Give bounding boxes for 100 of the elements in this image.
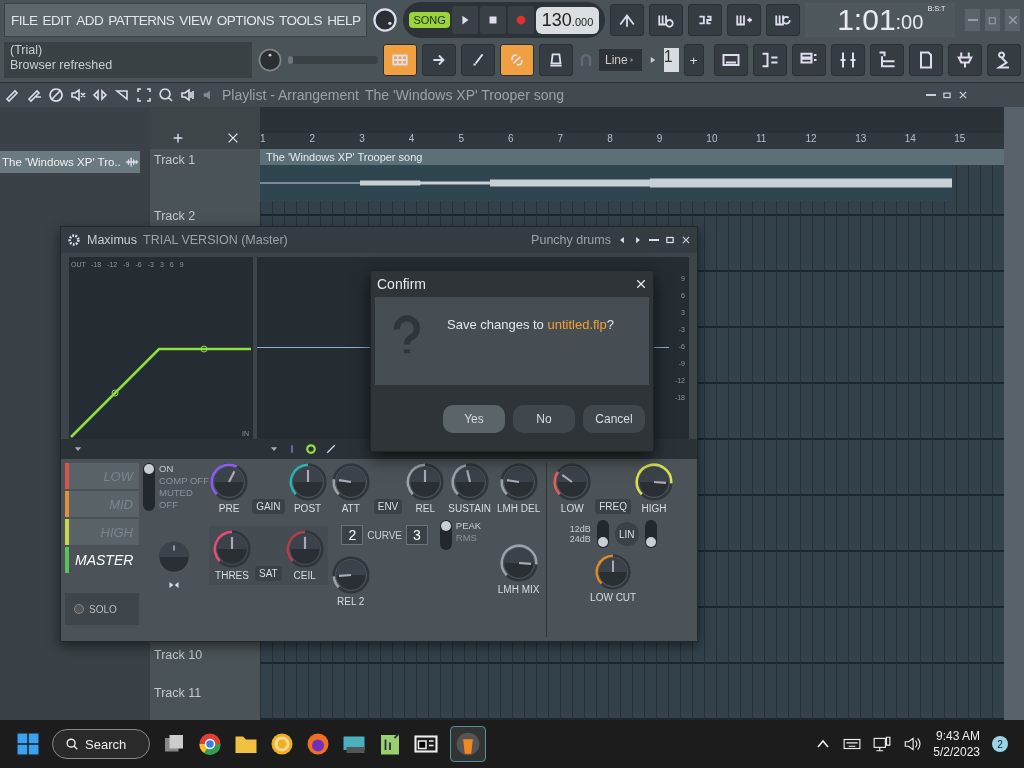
dialog-button[interactable]: No xyxy=(513,405,575,433)
window-toggle-button[interactable] xyxy=(869,44,904,76)
notepad-icon[interactable] xyxy=(378,732,402,756)
snap-dropdown[interactable]: Line xyxy=(599,49,642,71)
menu-item[interactable]: ADD xyxy=(76,12,104,28)
restore-button[interactable] xyxy=(985,9,1001,31)
switch-thumb[interactable] xyxy=(645,537,656,547)
tool-glyph-icon[interactable] xyxy=(48,87,64,103)
minimize-button[interactable] xyxy=(965,9,981,31)
song-mode-button[interactable]: SONG xyxy=(409,12,450,28)
menu-item[interactable]: VIEW xyxy=(179,12,212,28)
toolbar-button[interactable] xyxy=(727,4,762,36)
system-clock[interactable]: 9:43 AM 5/2/2023 xyxy=(933,728,980,760)
toolbar-button[interactable] xyxy=(766,4,801,36)
mode-button[interactable]: SAT xyxy=(255,566,282,581)
tempo-field[interactable]: 130.000 xyxy=(535,6,600,34)
start-icon[interactable] xyxy=(16,732,40,756)
snap-tool-button[interactable] xyxy=(539,44,573,76)
pattern-number-field[interactable]: 1 xyxy=(663,48,679,72)
toolbar-button[interactable] xyxy=(649,4,684,36)
stop-button[interactable] xyxy=(479,6,506,34)
search-field[interactable]: Search xyxy=(52,729,150,759)
volume-knob-icon[interactable] xyxy=(372,7,399,33)
fox-browser-icon[interactable] xyxy=(306,732,330,756)
solo-button[interactable]: SOLO xyxy=(65,593,139,625)
pencil-icon[interactable] xyxy=(325,443,337,455)
switch-thumb[interactable] xyxy=(440,521,451,531)
window-toggle-button[interactable] xyxy=(713,44,748,76)
mode-switch[interactable] xyxy=(143,463,155,511)
dialog-button[interactable]: Cancel xyxy=(583,405,645,433)
knob[interactable] xyxy=(331,463,370,501)
mode-button[interactable]: ENV xyxy=(373,499,403,514)
toolbar-button[interactable] xyxy=(610,4,645,36)
news-icon[interactable] xyxy=(414,732,438,756)
add-pattern-button[interactable]: + xyxy=(683,44,704,76)
horizontal-scrollbar[interactable] xyxy=(260,107,1004,133)
snap-tool-button[interactable] xyxy=(461,44,495,76)
play-button[interactable] xyxy=(451,6,478,34)
ring-app-icon[interactable] xyxy=(270,732,294,756)
tool-glyph-icon[interactable] xyxy=(92,87,108,103)
detector-switch[interactable] xyxy=(439,520,452,550)
network-icon[interactable] xyxy=(873,735,892,753)
menu-item[interactable]: OPTIONS xyxy=(216,12,275,28)
maximize-icon[interactable] xyxy=(942,90,952,100)
window-toggle-button[interactable] xyxy=(830,44,865,76)
switch-thumb[interactable] xyxy=(144,464,154,474)
release-curve-spinner[interactable]: 3 xyxy=(406,525,428,545)
knob[interactable] xyxy=(450,463,489,501)
window-toggle-button[interactable] xyxy=(791,44,826,76)
pitch-knob-icon[interactable] xyxy=(257,47,283,73)
attack-curve-spinner[interactable]: 2 xyxy=(341,525,364,545)
tool-glyph-icon[interactable] xyxy=(158,87,174,103)
knob[interactable] xyxy=(331,556,370,594)
timeline-ruler[interactable]: 1 2 3 4 5 6 7 8 9 10 11 12 13 14 15 xyxy=(260,133,1004,149)
audio-clip[interactable]: The 'Windows XP' Trooper song xyxy=(260,149,1004,165)
window-toggle-button[interactable] xyxy=(986,44,1021,76)
maximize-icon[interactable] xyxy=(665,235,675,245)
tool-glyph-icon[interactable] xyxy=(26,87,42,103)
knob[interactable] xyxy=(595,554,632,590)
ring-icon[interactable] xyxy=(305,443,317,455)
close-icon[interactable] xyxy=(958,90,968,100)
snap-tool-button[interactable] xyxy=(422,44,456,76)
mode-option[interactable]: ON xyxy=(159,463,209,475)
detector-option[interactable]: PEAK xyxy=(455,520,482,532)
browser-icon[interactable] xyxy=(198,732,222,756)
vertical-scrollbar[interactable] xyxy=(1004,107,1024,720)
menu-item[interactable]: TOOLS xyxy=(279,12,323,28)
tool-glyph-icon[interactable] xyxy=(136,87,152,103)
menu-item[interactable]: EDIT xyxy=(42,12,72,28)
window-toggle-button[interactable] xyxy=(947,44,982,76)
linear-phase-button[interactable]: LIN xyxy=(614,522,639,546)
knob[interactable] xyxy=(288,463,327,501)
window-toggle-button[interactable] xyxy=(752,44,787,76)
band-tab[interactable]: MASTER xyxy=(65,547,139,573)
detector-option[interactable]: RMS xyxy=(455,532,482,544)
knob[interactable] xyxy=(553,463,592,501)
knob[interactable] xyxy=(499,463,538,501)
browser-item[interactable]: The 'Windows XP' Tro.. xyxy=(0,151,140,173)
knob[interactable] xyxy=(406,463,445,501)
toolbar-button[interactable] xyxy=(688,4,723,36)
menu-item[interactable]: HELP xyxy=(327,12,361,28)
notification-badge[interactable]: 2 xyxy=(992,736,1008,752)
close-icon[interactable] xyxy=(681,235,691,245)
tool-glyph-icon[interactable] xyxy=(4,87,20,103)
tool-glyph-icon[interactable] xyxy=(70,87,86,103)
tool-glyph-icon[interactable] xyxy=(114,87,130,103)
tool-glyph-icon[interactable] xyxy=(180,87,196,103)
slope-switch[interactable] xyxy=(644,520,657,548)
gear-icon[interactable] xyxy=(67,233,81,247)
snap-tool-button[interactable] xyxy=(500,44,534,76)
taskbar-app-button[interactable] xyxy=(450,726,486,762)
slope-switch[interactable] xyxy=(596,520,609,548)
preset-name[interactable]: Punchy drums xyxy=(531,233,611,247)
mode-button[interactable]: GAIN xyxy=(252,499,285,514)
window-toggle-button[interactable] xyxy=(908,44,943,76)
dialog-button[interactable]: Yes xyxy=(443,405,505,433)
switch-thumb[interactable] xyxy=(597,537,608,547)
snap-tool-button[interactable] xyxy=(383,44,417,76)
menu-item[interactable]: FILE xyxy=(11,12,38,28)
menu-item[interactable]: PATTERNS xyxy=(108,12,175,28)
